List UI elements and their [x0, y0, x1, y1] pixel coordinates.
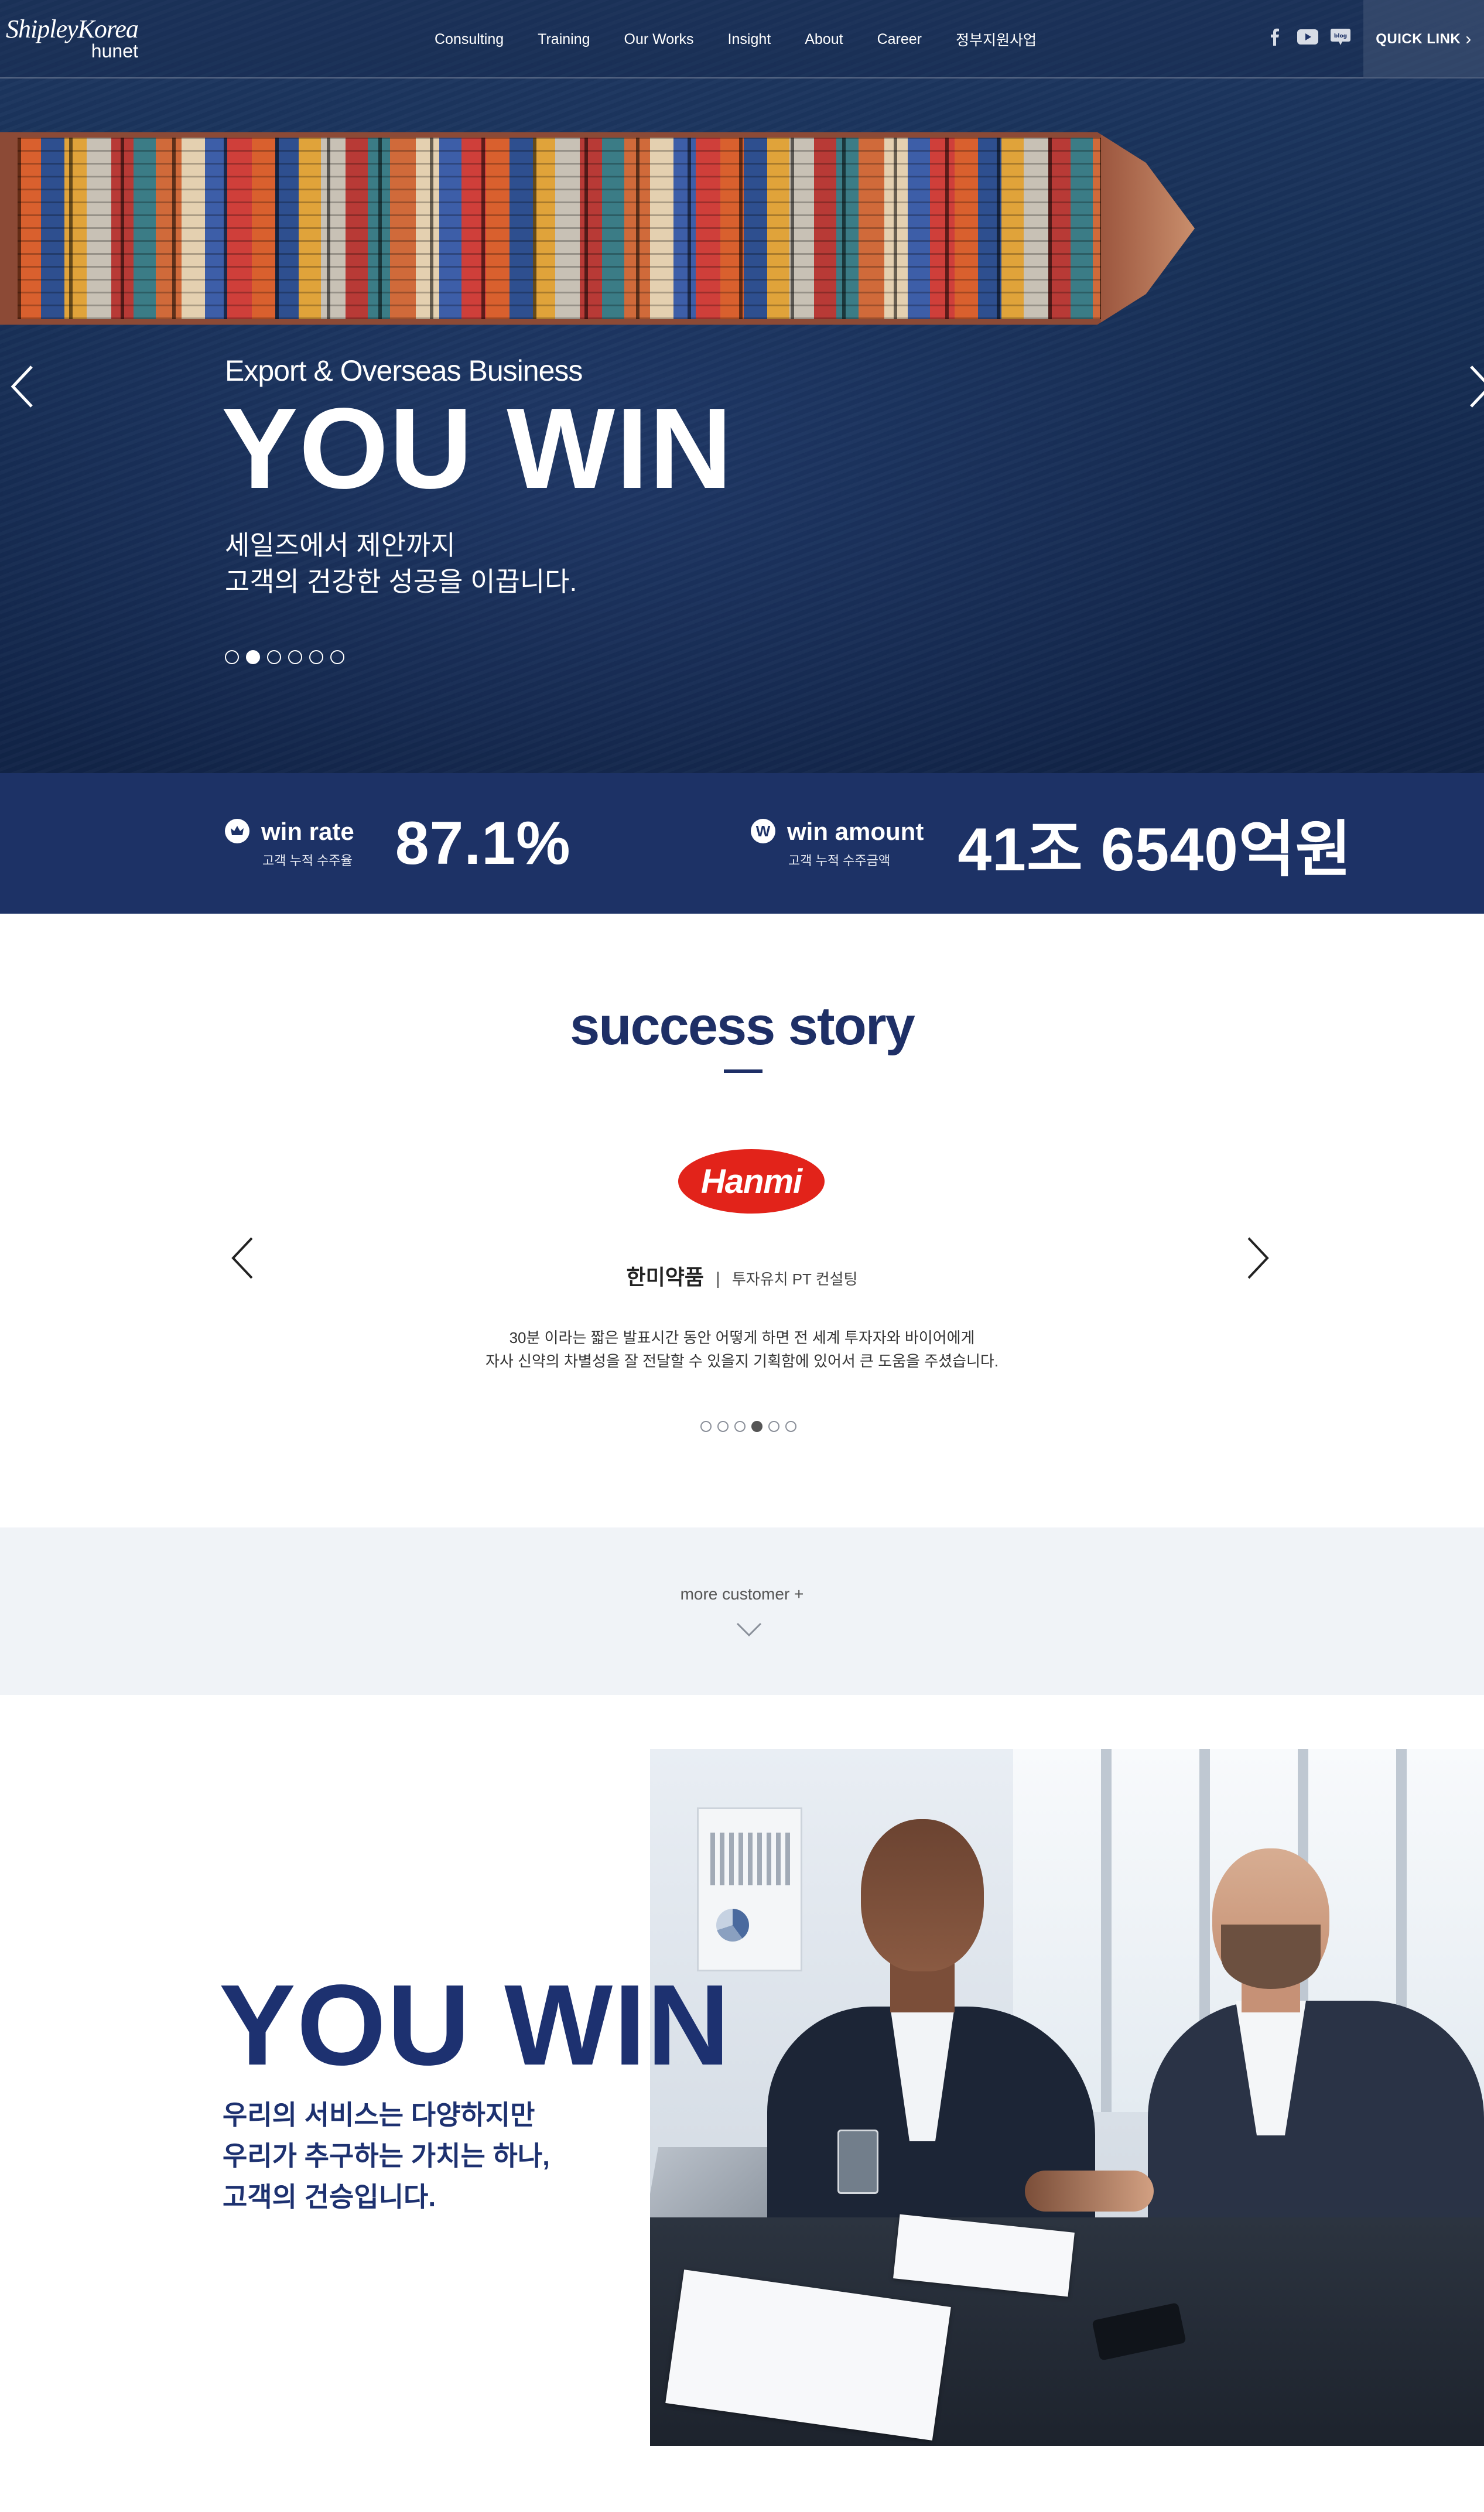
stats-bar: win rate 고객 누적 수주율 87.1% W win amount 고객… — [0, 773, 1484, 914]
handshake — [1025, 2171, 1154, 2212]
pagination-dot[interactable] — [330, 650, 344, 664]
chevron-right-icon: › — [1465, 29, 1472, 49]
nav-insight[interactable]: Insight — [728, 31, 771, 48]
bottom-desc-line-1: 우리의 서비스는 다양하지만 — [223, 2100, 535, 2130]
chevron-right-icon — [1470, 365, 1484, 408]
title-underline — [724, 1069, 762, 1073]
site-logo[interactable]: ShipleyKorea hunet — [6, 14, 139, 62]
pagination-dot[interactable] — [267, 650, 281, 664]
more-customer-section: more customer + — [0, 1527, 1484, 1695]
svg-text:blog: blog — [1334, 33, 1347, 39]
bottom-desc-line-3: 고객의 건승입니다. — [223, 2182, 436, 2212]
hanmi-logo: Hanmi — [678, 1149, 825, 1214]
pagination-dot[interactable] — [225, 650, 239, 664]
nav-about[interactable]: About — [805, 31, 843, 48]
story-testimonial: 30분 이라는 짧은 발표시간 동안 어떻게 하면 전 세계 투자자와 바이어에… — [0, 1326, 1484, 1373]
bottom-description: 우리의 서비스는 다양하지만 우리가 추구하는 가치는 하나, 고객의 건승입니… — [223, 2094, 550, 2217]
pagination-dot[interactable] — [785, 1421, 796, 1432]
win-rate-title: win rate — [261, 818, 354, 845]
youtube-icon[interactable] — [1297, 26, 1319, 48]
main-nav: Consulting Training Our Works Insight Ab… — [435, 0, 1071, 78]
won-currency-icon: W — [751, 819, 775, 843]
hanmi-logo-text: Hanmi — [700, 1162, 802, 1201]
nav-career[interactable]: Career — [877, 31, 922, 48]
hero-desc-line-1: 세일즈에서 제안까지 — [225, 530, 456, 560]
company-separator: | — [716, 1269, 720, 1289]
pagination-dot[interactable] — [768, 1421, 779, 1432]
company-name: 한미약품 — [626, 1265, 705, 1289]
stat-win-rate: win rate 고객 누적 수주율 87.1% — [225, 773, 571, 914]
man-left-head — [861, 1819, 984, 1971]
story-company-line: 한미약품 | 투자유치 PT 컨설팅 — [0, 1260, 1484, 1291]
ship-containers — [18, 138, 1119, 319]
stat-win-rate-label: win rate 고객 누적 수주율 — [261, 818, 354, 869]
man-right-beard — [1221, 1925, 1321, 1989]
business-handshake-photo — [650, 1749, 1484, 2446]
hero-pagination — [225, 650, 344, 664]
win-amount-value: 41조 6540억원 — [958, 815, 1352, 884]
win-amount-title: win amount — [787, 818, 924, 845]
pagination-dot[interactable] — [288, 650, 302, 664]
top-navigation-bar: ShipleyKorea hunet Consulting Training O… — [0, 0, 1484, 78]
pagination-dot[interactable] — [700, 1421, 712, 1432]
pagination-dot[interactable] — [309, 650, 323, 664]
win-amount-sublabel: 고객 누적 수주금액 — [788, 853, 891, 868]
bottom-title: YOU WIN — [219, 1961, 731, 2089]
testimonial-line-2: 자사 신약의 차별성을 잘 전달할 수 있을지 기획함에 있어서 큰 도움을 주… — [485, 1352, 999, 1370]
hero-subtitle: Export & Overseas Business — [225, 354, 583, 387]
hero-desc-line-2: 고객의 건강한 성공을 이끕니다. — [225, 566, 577, 597]
water-glass — [837, 2130, 878, 2194]
quick-link-button[interactable]: QUICK LINK › — [1363, 0, 1484, 78]
more-customer-link[interactable]: more customer + — [0, 1585, 1484, 1604]
bottom-desc-line-2: 우리가 추구하는 가치는 하나, — [223, 2141, 550, 2171]
hero-prev-arrow[interactable] — [6, 363, 41, 410]
facebook-icon[interactable] — [1264, 26, 1286, 48]
pagination-dot[interactable] — [246, 650, 260, 664]
stat-win-amount-label: win amount 고객 누적 수주금액 — [787, 818, 924, 869]
chevron-down-icon[interactable] — [736, 1621, 762, 1639]
pagination-dot[interactable] — [717, 1421, 729, 1432]
hero-next-arrow[interactable] — [1464, 363, 1484, 410]
logo-shipleykorea: ShipleyKorea — [6, 15, 139, 43]
quick-link-label: QUICK LINK — [1376, 31, 1461, 47]
testimonial-line-1: 30분 이라는 짧은 발표시간 동안 어떻게 하면 전 세계 투자자와 바이어에… — [509, 1329, 975, 1346]
nav-government-support[interactable]: 정부지원사업 — [956, 29, 1037, 50]
nav-consulting[interactable]: Consulting — [435, 31, 504, 48]
win-rate-sublabel: 고객 누적 수주율 — [262, 853, 353, 868]
hero-title: YOU WIN — [221, 384, 734, 512]
nav-our-works[interactable]: Our Works — [624, 31, 694, 48]
stat-win-amount: W win amount 고객 누적 수주금액 41조 6540억원 — [751, 773, 1352, 914]
nav-training[interactable]: Training — [538, 31, 590, 48]
success-story-title: success story — [570, 996, 915, 1056]
crown-icon — [225, 819, 249, 843]
blog-icon[interactable]: blog — [1329, 26, 1352, 48]
hero-banner: ShipleyKorea hunet Consulting Training O… — [0, 0, 1484, 773]
chevron-left-icon — [11, 365, 33, 408]
hero-description: 세일즈에서 제안까지 고객의 건강한 성공을 이끕니다. — [225, 527, 577, 600]
social-links: blog — [1264, 26, 1352, 48]
story-pagination — [700, 1421, 796, 1432]
wall-chart — [697, 1807, 802, 1971]
hero-container-ship-image — [0, 132, 1195, 325]
pagination-dot[interactable] — [734, 1421, 746, 1432]
win-rate-value: 87.1% — [395, 809, 571, 877]
service-name: 투자유치 PT 컨설팅 — [731, 1270, 858, 1288]
pagination-dot[interactable] — [751, 1421, 762, 1432]
